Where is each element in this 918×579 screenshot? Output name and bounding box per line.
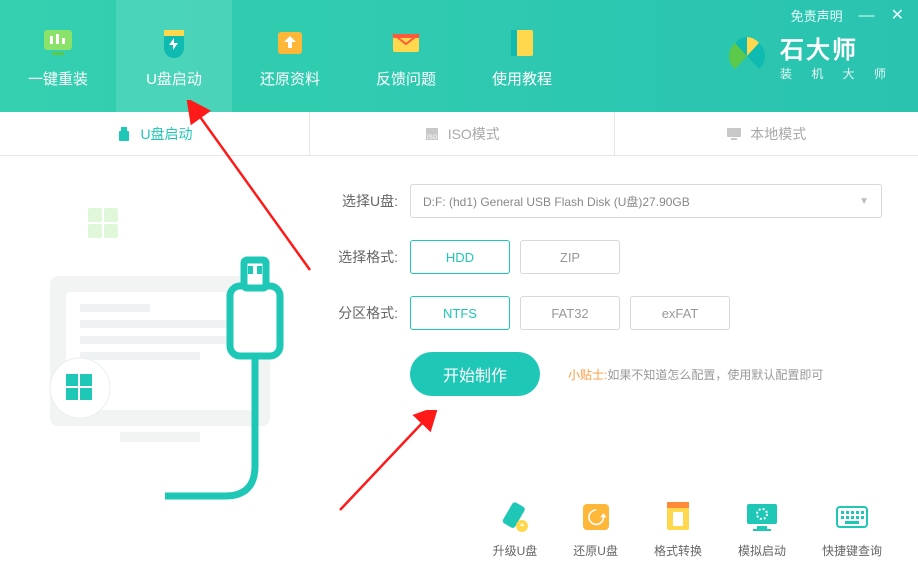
restore-icon: [272, 24, 308, 60]
usb-illustration-icon: [0, 156, 310, 576]
tab-label: ISO模式: [448, 124, 500, 144]
usb-boot-icon: [156, 24, 192, 60]
partition-options: NTFS FAT32 exFAT: [410, 296, 730, 330]
partition-ntfs[interactable]: NTFS: [410, 296, 510, 330]
format-label: 选择格式:: [322, 247, 398, 267]
partition-fat32[interactable]: FAT32: [520, 296, 620, 330]
tab-local[interactable]: 本地模式: [615, 112, 918, 155]
partition-exfat[interactable]: exFAT: [630, 296, 730, 330]
svg-text:ISO: ISO: [427, 135, 438, 141]
usb-select-value: D:F: (hd1) General USB Flash Disk (U盘)27…: [423, 193, 690, 210]
tab-iso[interactable]: ISO ISO模式: [310, 112, 615, 155]
format-convert-icon: [659, 498, 697, 536]
tip-prefix: 小贴士:: [568, 368, 607, 382]
nav-restore[interactable]: 还原资料: [232, 0, 348, 112]
row-partition: 分区格式: NTFS FAT32 exFAT: [322, 296, 882, 330]
tool-label: 还原U盘: [573, 542, 618, 559]
tab-usb-boot[interactable]: U盘启动: [0, 112, 310, 155]
brand-subtitle: 装 机 大 师: [780, 65, 894, 82]
usb-select-label: 选择U盘:: [322, 191, 398, 211]
nav-label: 使用教程: [492, 68, 552, 89]
tip-text: 小贴士:如果不知道怎么配置，使用默认配置即可: [568, 366, 823, 383]
row-usb-select: 选择U盘: D:F: (hd1) General USB Flash Disk …: [322, 184, 882, 218]
tool-simulate-boot[interactable]: 模拟启动: [738, 498, 786, 559]
feedback-icon: [388, 24, 424, 60]
tool-label: 模拟启动: [738, 542, 786, 559]
main-nav: 一键重装 U盘启动 还原资料 反馈问题 使用教程: [0, 0, 580, 112]
action-row: 开始制作 小贴士:如果不知道怎么配置，使用默认配置即可: [322, 352, 882, 396]
format-hdd[interactable]: HDD: [410, 240, 510, 274]
nav-label: U盘启动: [146, 68, 202, 89]
tool-label: 升级U盘: [493, 542, 538, 559]
usb-select[interactable]: D:F: (hd1) General USB Flash Disk (U盘)27…: [410, 184, 882, 218]
tab-label: 本地模式: [750, 124, 806, 144]
format-zip[interactable]: ZIP: [520, 240, 620, 274]
usb-icon: [116, 126, 132, 142]
tab-label: U盘启动: [140, 124, 192, 144]
tutorial-icon: [504, 24, 540, 60]
iso-icon: ISO: [424, 126, 440, 142]
upgrade-usb-icon: [496, 498, 534, 536]
tool-label: 格式转换: [654, 542, 702, 559]
nav-usb-boot[interactable]: U盘启动: [116, 0, 232, 112]
reinstall-icon: [40, 24, 76, 60]
tool-upgrade-usb[interactable]: 升级U盘: [493, 498, 538, 559]
tip-body: 如果不知道怎么配置，使用默认配置即可: [607, 368, 823, 382]
partition-label: 分区格式:: [322, 303, 398, 323]
mode-tabs: U盘启动 ISO ISO模式 本地模式: [0, 112, 918, 156]
bottom-tools: 升级U盘 还原U盘 格式转换 模拟启动 快捷键查询: [493, 498, 882, 559]
tool-hotkeys[interactable]: 快捷键查询: [822, 498, 882, 559]
nav-label: 还原资料: [260, 68, 320, 89]
brand-logo-icon: [726, 35, 768, 77]
brand-title: 石大师: [780, 30, 894, 65]
format-options: HDD ZIP: [410, 240, 620, 274]
illustration-panel: [0, 156, 310, 579]
tool-label: 快捷键查询: [822, 542, 882, 559]
monitor-icon: [726, 126, 742, 142]
start-button[interactable]: 开始制作: [410, 352, 540, 396]
nav-reinstall[interactable]: 一键重装: [0, 0, 116, 112]
nav-tutorial[interactable]: 使用教程: [464, 0, 580, 112]
nav-label: 反馈问题: [376, 68, 436, 89]
brand: 石大师 装 机 大 师: [726, 0, 894, 112]
app-header: 免责声明 — ✕ 一键重装 U盘启动 还原资料 反馈问题: [0, 0, 918, 112]
chevron-down-icon: ▼: [859, 196, 869, 207]
nav-feedback[interactable]: 反馈问题: [348, 0, 464, 112]
tool-format-convert[interactable]: 格式转换: [654, 498, 702, 559]
brand-text: 石大师 装 机 大 师: [780, 30, 894, 82]
tool-restore-usb[interactable]: 还原U盘: [573, 498, 618, 559]
nav-label: 一键重装: [28, 68, 88, 89]
hotkeys-icon: [833, 498, 871, 536]
restore-usb-icon: [577, 498, 615, 536]
simulate-boot-icon: [743, 498, 781, 536]
row-format: 选择格式: HDD ZIP: [322, 240, 882, 274]
